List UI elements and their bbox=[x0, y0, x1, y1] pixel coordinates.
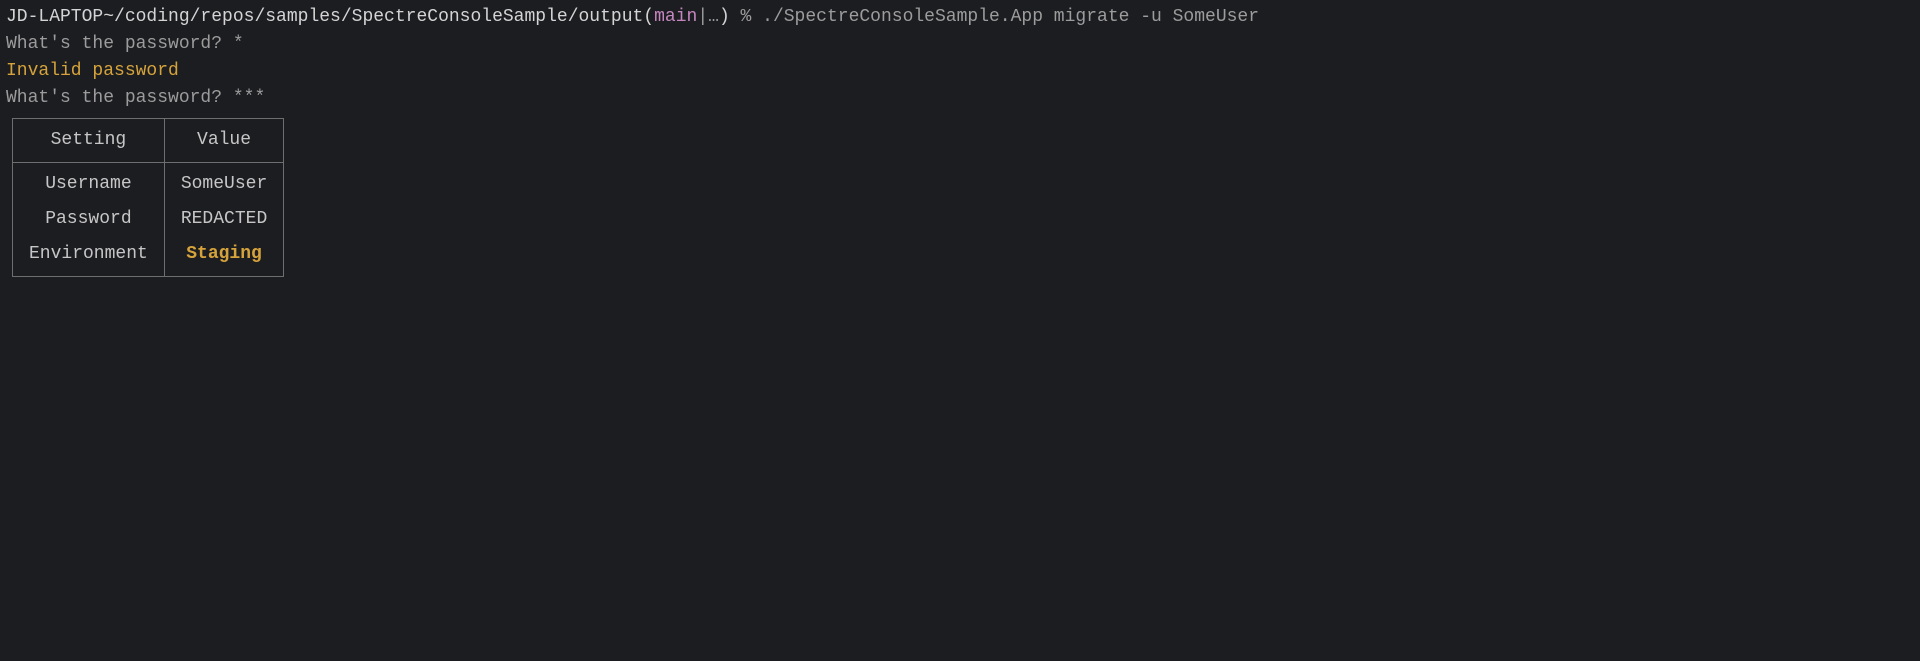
settings-table: Setting Value Username Password Environm… bbox=[12, 118, 284, 277]
command-text: ./SpectreConsoleSample.App migrate -u So… bbox=[762, 7, 1259, 27]
table-header-row: Setting Value bbox=[13, 119, 284, 163]
table-header-value: Value bbox=[164, 119, 283, 163]
prompt-host-path: JD-LAPTOP~/coding/repos/samples/SpectreC… bbox=[6, 7, 654, 27]
prompt-percent: % bbox=[730, 7, 762, 27]
value-environment: Staging bbox=[165, 233, 283, 276]
git-branch-meta: |… bbox=[697, 7, 719, 27]
setting-environment: Environment bbox=[13, 233, 164, 276]
setting-username: Username bbox=[13, 163, 164, 206]
table-header-setting: Setting bbox=[13, 119, 165, 163]
value-username: SomeUser bbox=[165, 163, 283, 206]
password-prompt-1: What's the password? * bbox=[6, 31, 1914, 58]
git-branch: main bbox=[654, 7, 697, 27]
error-message: Invalid password bbox=[6, 58, 1914, 85]
setting-password: Password bbox=[13, 206, 164, 233]
value-password: REDACTED bbox=[165, 206, 283, 233]
shell-prompt[interactable]: JD-LAPTOP~/coding/repos/samples/SpectreC… bbox=[6, 4, 1914, 31]
prompt-close-paren: ) bbox=[719, 7, 730, 27]
password-prompt-2: What's the password? *** bbox=[6, 85, 1914, 112]
table-row: Username Password Environment SomeUser R… bbox=[13, 163, 284, 277]
